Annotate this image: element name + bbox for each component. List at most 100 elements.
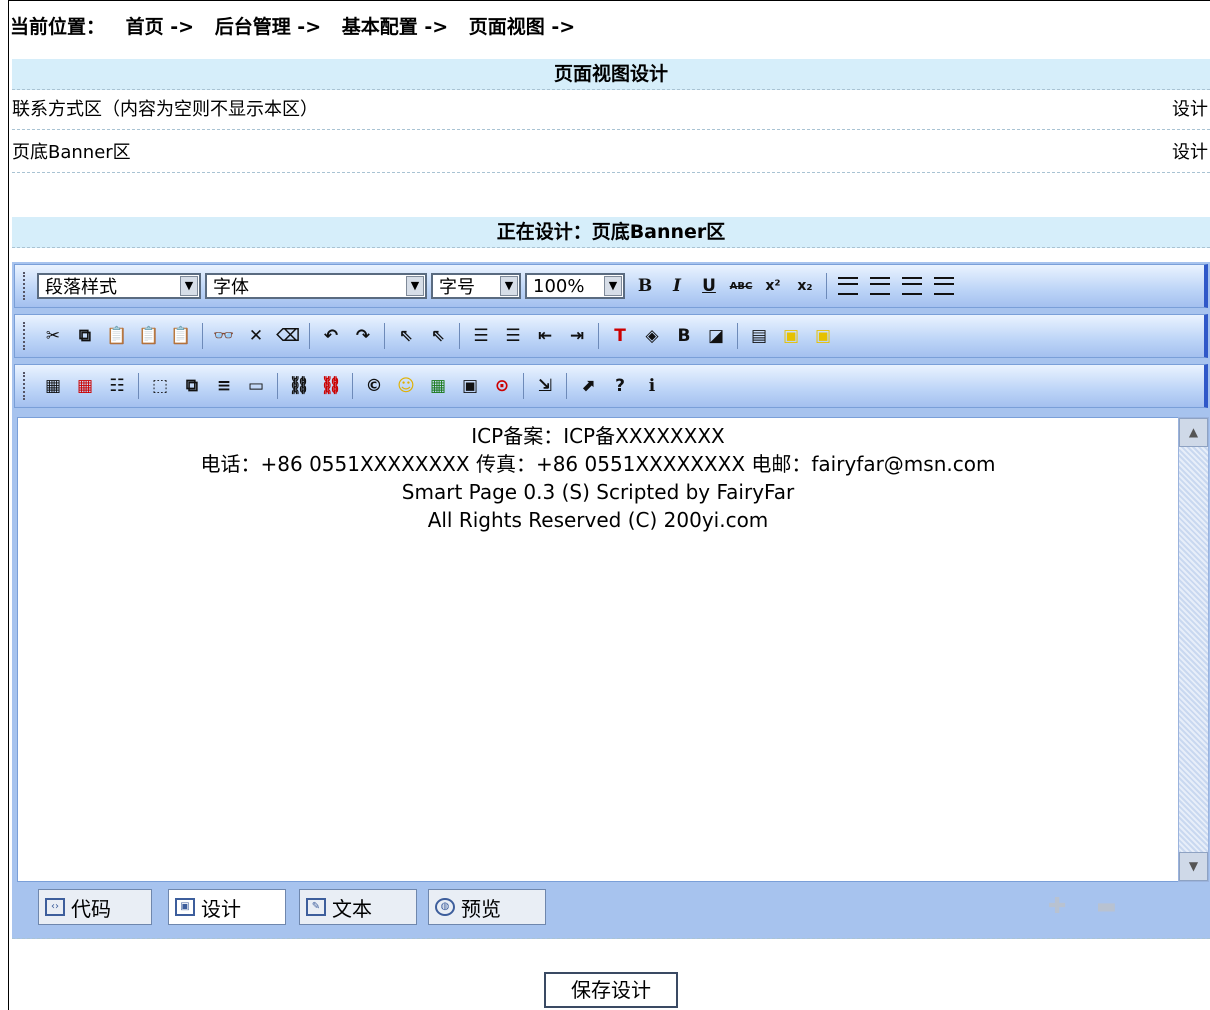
- marquee-icon: ▭: [247, 376, 265, 396]
- absolute-position-button[interactable]: ⇖: [425, 323, 451, 349]
- footer-banner-design-link[interactable]: 设计: [1172, 134, 1208, 172]
- paste-word-button[interactable]: 📋: [168, 323, 194, 349]
- editor-content-area[interactable]: ICP备案：ICP备XXXXXXXX 电话：+86 0551XXXXXXXX 传…: [17, 417, 1179, 882]
- find-button[interactable]: 👓: [211, 323, 237, 349]
- indent-button[interactable]: ⇥: [564, 323, 590, 349]
- delete-button[interactable]: ✕: [243, 323, 269, 349]
- breadcrumb-home[interactable]: 首页 ->: [126, 16, 194, 38]
- outdent-button[interactable]: ⇤: [532, 323, 558, 349]
- page-break-icon: ⇲: [537, 376, 553, 396]
- justify-icon: [934, 277, 954, 295]
- special-char-button[interactable]: ©: [361, 373, 387, 399]
- cut-button[interactable]: ✂: [40, 323, 66, 349]
- frame-top-border: [8, 0, 1210, 1]
- form-button[interactable]: ☷: [104, 373, 130, 399]
- paste-word-icon: 📋: [170, 326, 192, 346]
- paste-icon: 📋: [106, 326, 128, 346]
- calendar-icon: ▣: [461, 376, 479, 396]
- design-mode-label: 设计: [201, 896, 241, 921]
- scroll-down-button[interactable]: ▼: [1179, 852, 1208, 881]
- date-button[interactable]: ▣: [457, 373, 483, 399]
- align-center-button[interactable]: [867, 273, 893, 299]
- text-mode-tab[interactable]: ✎ 文本: [299, 889, 417, 925]
- emoticon-button[interactable]: ☺: [393, 373, 419, 399]
- spreadsheet-icon: ▦: [429, 376, 447, 396]
- contact-area-row: 联系方式区（内容为空则不显示本区） 设计: [12, 91, 1210, 130]
- breadcrumb-config[interactable]: 基本配置 ->: [342, 16, 448, 38]
- toolbar-grip[interactable]: [23, 272, 29, 300]
- table-dashed-button[interactable]: ▦: [72, 373, 98, 399]
- toolbar-grip[interactable]: [23, 372, 29, 400]
- link-button[interactable]: ⛓: [286, 373, 312, 399]
- font-value: 字体: [213, 277, 249, 298]
- fieldset-button[interactable]: ⬚: [147, 373, 173, 399]
- text-color-button[interactable]: T: [607, 323, 633, 349]
- excel-button[interactable]: ▦: [425, 373, 451, 399]
- select-button[interactable]: ⇖: [393, 323, 419, 349]
- clear-format-button[interactable]: ◪: [703, 323, 729, 349]
- bring-forward-button[interactable]: ▣: [778, 323, 804, 349]
- help-button[interactable]: ?: [607, 373, 633, 399]
- outdent-icon: ⇤: [537, 326, 553, 346]
- breadcrumb-pageview[interactable]: 页面视图 ->: [469, 16, 575, 38]
- italic-button[interactable]: I: [664, 273, 690, 299]
- content-line-contact: 电话：+86 0551XXXXXXXX 传真：+86 0551XXXXXXXX …: [200, 452, 996, 476]
- chevron-down-icon: ▼: [500, 276, 518, 296]
- vertical-scrollbar[interactable]: ▲ ▼: [1178, 417, 1209, 882]
- unordered-list-button[interactable]: ☰: [500, 323, 526, 349]
- plus-icon[interactable]: ✚: [1048, 894, 1066, 919]
- font-size-select[interactable]: 字号 ▼: [431, 273, 521, 299]
- undo-button[interactable]: ↶: [318, 323, 344, 349]
- expand-icon: ⬈: [580, 376, 596, 396]
- design-mode-tab[interactable]: ▣ 设计: [168, 889, 286, 925]
- scroll-up-button[interactable]: ▲: [1179, 418, 1208, 447]
- breadcrumb-admin[interactable]: 后台管理 ->: [215, 16, 321, 38]
- layer-forward-icon: ▣: [782, 326, 800, 346]
- ordered-list-button[interactable]: ☰: [468, 323, 494, 349]
- hr-button[interactable]: ≡: [211, 373, 237, 399]
- unlink-button[interactable]: ⛓: [318, 373, 344, 399]
- about-button[interactable]: ℹ: [639, 373, 665, 399]
- fullscreen-button[interactable]: ⬈: [575, 373, 601, 399]
- text-color-icon: T: [614, 326, 626, 346]
- zoom-select[interactable]: 100% ▼: [525, 273, 625, 299]
- marquee-button[interactable]: ▭: [243, 373, 269, 399]
- paragraph-box-button[interactable]: ▤: [746, 323, 772, 349]
- code-mode-tab[interactable]: ‹› 代码: [38, 889, 152, 925]
- copy-icon: ⧉: [78, 326, 92, 346]
- justify-button[interactable]: [931, 273, 957, 299]
- bold-button[interactable]: B: [632, 273, 658, 299]
- minus-icon[interactable]: ▬: [1096, 894, 1117, 919]
- align-left-button[interactable]: [835, 273, 861, 299]
- redo-button[interactable]: ↷: [350, 323, 376, 349]
- paint-bucket-icon: ◈: [645, 326, 659, 346]
- send-backward-button[interactable]: ▣: [810, 323, 836, 349]
- toolbar-divider: [202, 323, 203, 349]
- superscript-button[interactable]: x²: [760, 273, 786, 299]
- page-break-button[interactable]: ⇲: [532, 373, 558, 399]
- background-color-icon: B: [677, 326, 691, 346]
- table-button[interactable]: ▦: [40, 373, 66, 399]
- subscript-button[interactable]: x₂: [792, 273, 818, 299]
- copy-button[interactable]: ⧉: [72, 323, 98, 349]
- paste-button[interactable]: 📋: [104, 323, 130, 349]
- paragraph-style-select[interactable]: 段落样式 ▼: [37, 273, 201, 299]
- iframe-button[interactable]: ⧉: [179, 373, 205, 399]
- font-select[interactable]: 字体 ▼: [205, 273, 427, 299]
- strikethrough-button[interactable]: ABC: [728, 273, 754, 299]
- background-color-button[interactable]: B: [671, 323, 697, 349]
- time-button[interactable]: ⊙: [489, 373, 515, 399]
- paste-text-button[interactable]: 📋: [136, 323, 162, 349]
- contact-area-label: 联系方式区（内容为空则不显示本区）: [12, 99, 318, 120]
- align-right-button[interactable]: [899, 273, 925, 299]
- fill-color-button[interactable]: ◈: [639, 323, 665, 349]
- toolbar-grip[interactable]: [23, 322, 29, 350]
- preview-mode-tab[interactable]: ◍ 预览: [428, 889, 546, 925]
- save-design-button[interactable]: 保存设计: [544, 972, 678, 1008]
- eraser-button[interactable]: ⌫: [275, 323, 301, 349]
- contact-design-link[interactable]: 设计: [1172, 91, 1208, 129]
- paragraph-style-value: 段落样式: [45, 277, 117, 298]
- table-dashed-icon: ▦: [76, 376, 94, 396]
- underline-button[interactable]: U: [696, 273, 722, 299]
- code-mode-label: 代码: [71, 896, 111, 921]
